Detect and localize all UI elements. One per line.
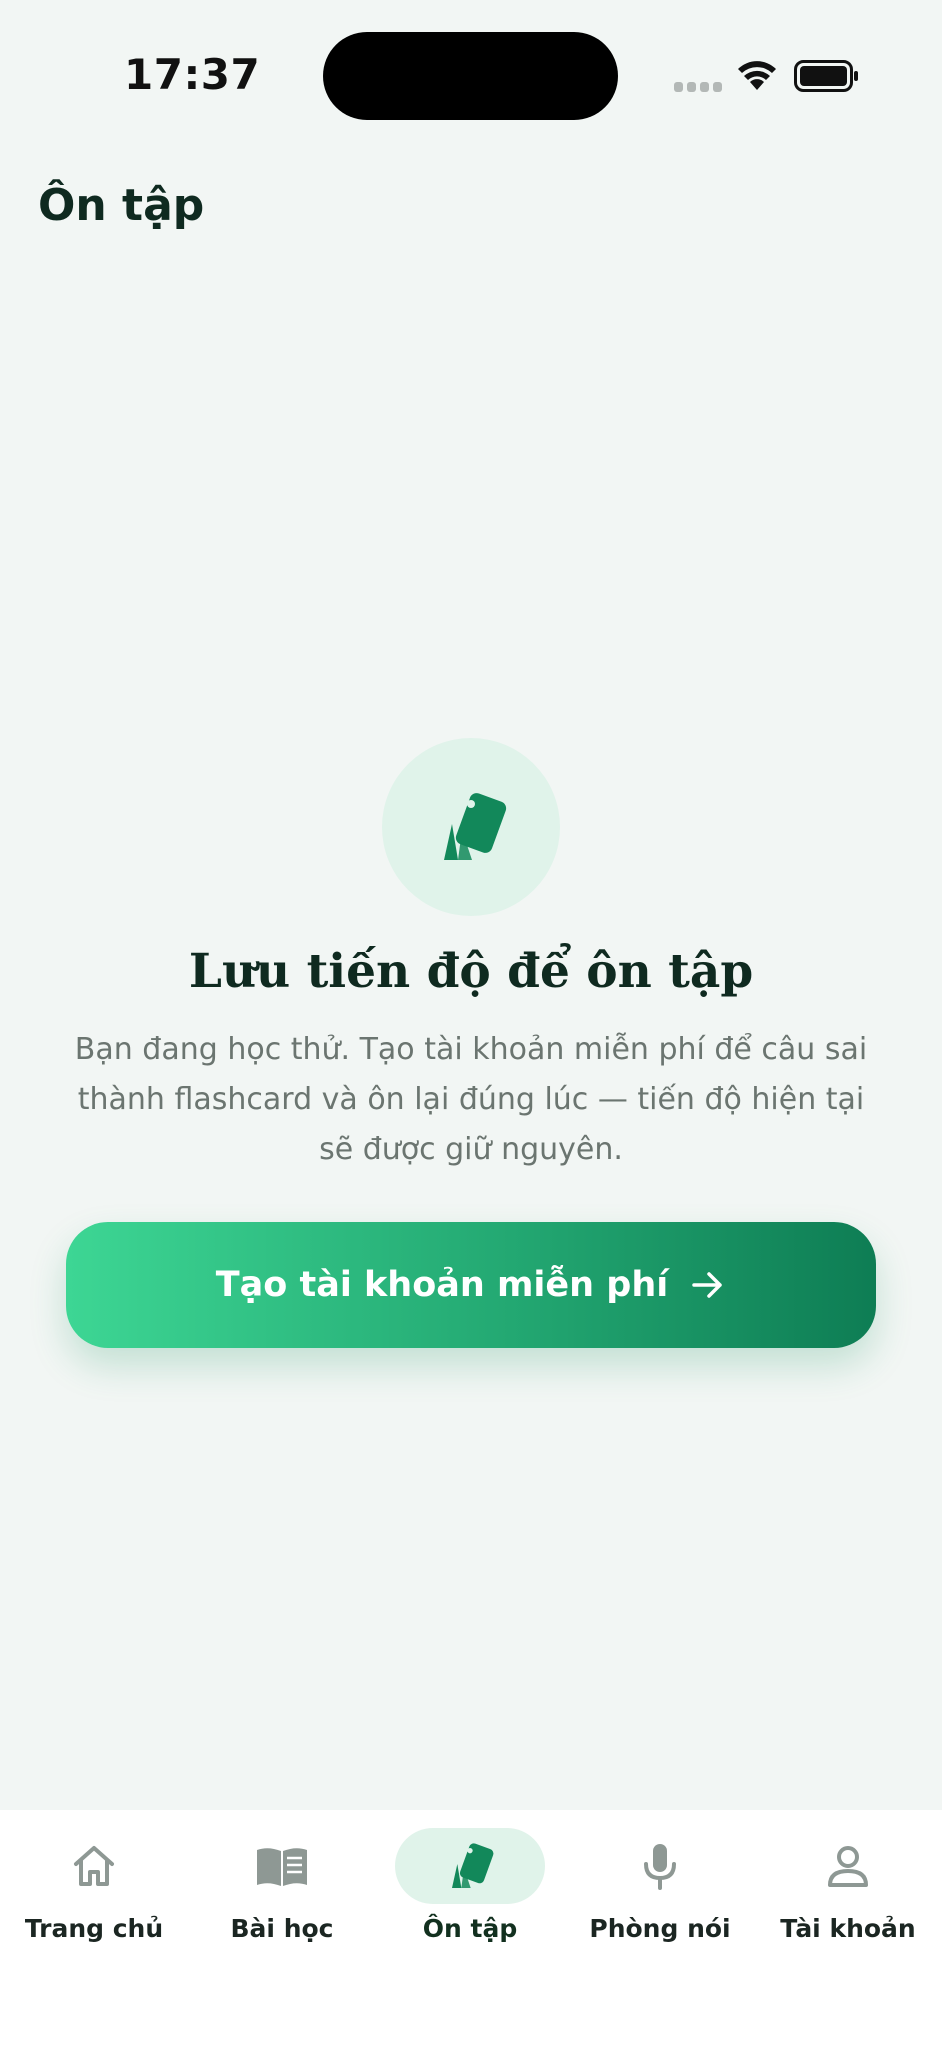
tab-speaking-room[interactable]: Phòng nói (566, 1810, 754, 1950)
empty-state-title: Lưu tiến độ để ôn tập (188, 944, 754, 999)
tab-account[interactable]: Tài khoản (754, 1810, 942, 1950)
tab-speaking-room-label: Phòng nói (589, 1914, 731, 1943)
tab-review-label: Ôn tập (422, 1914, 518, 1943)
review-screen: 17:37 Ôn tập Lưu tiến độ để ôn tập Bạn đ… (0, 0, 942, 2048)
tab-lessons-icon-wrap (207, 1828, 357, 1904)
tab-lessons[interactable]: Bài học (188, 1810, 376, 1950)
status-time: 17:37 (124, 50, 261, 99)
arrow-right-icon (692, 1272, 722, 1298)
create-free-account-button[interactable]: Tạo tài khoản miễn phí (66, 1222, 876, 1348)
page-title: Ôn tập (38, 180, 205, 231)
empty-state-icon-circle (382, 738, 560, 916)
tab-lessons-label: Bài học (230, 1914, 334, 1943)
home-icon (74, 1846, 114, 1886)
tab-speaking-room-icon-wrap (585, 1828, 735, 1904)
battery-icon (794, 60, 858, 92)
flashcards-icon (444, 793, 507, 860)
tab-home[interactable]: Trang chủ (0, 1810, 188, 1950)
dynamic-island (323, 32, 618, 120)
wifi-icon (738, 61, 776, 90)
tab-home-label: Trang chủ (24, 1914, 164, 1943)
cellular-signal-icon (674, 82, 722, 94)
microphone-icon (644, 1844, 676, 1890)
tab-home-icon-wrap (19, 1828, 169, 1904)
tab-review-icon-wrap (395, 1828, 545, 1904)
tab-account-label: Tài khoản (780, 1914, 916, 1943)
book-icon (257, 1848, 307, 1886)
status-bar: 17:37 (0, 0, 942, 150)
empty-state-description: Bạn đang học thử. Tạo tài khoản miễn phí… (74, 1032, 868, 1167)
create-free-account-label: Tạo tài khoản miễn phí (215, 1265, 669, 1305)
bottom-tab-bar: Trang chủ Bài học Ôn tập Phòng nói Tài k… (0, 1810, 942, 2048)
tab-review[interactable]: Ôn tập (376, 1810, 564, 1950)
flashcards-icon (452, 1843, 494, 1888)
tab-account-icon-wrap (773, 1828, 923, 1904)
user-icon (828, 1846, 868, 1887)
